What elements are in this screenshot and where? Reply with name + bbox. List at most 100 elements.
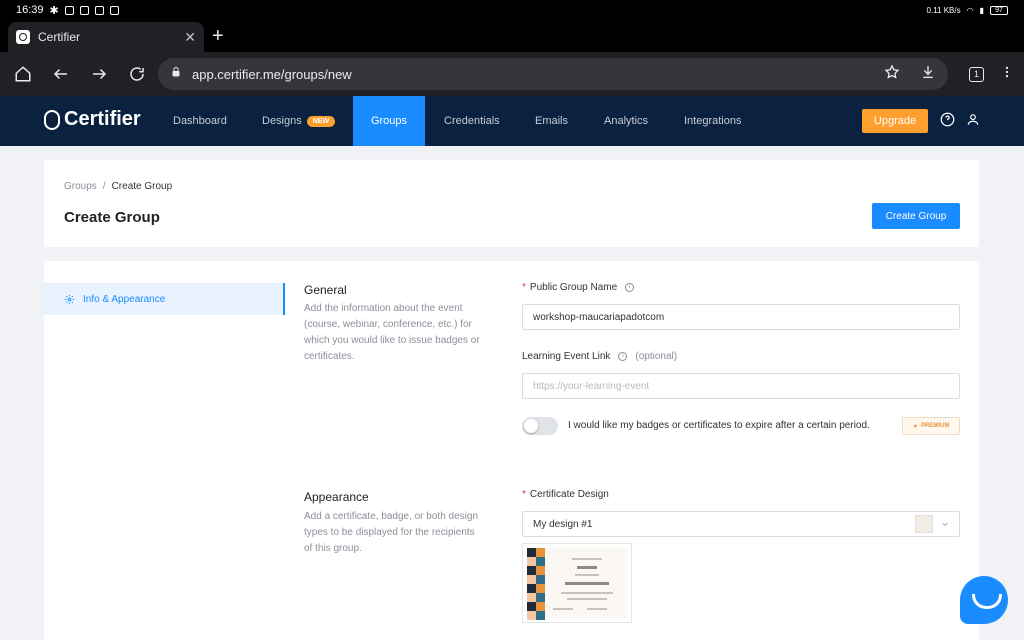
- appearance-section-description: Add a certificate, badge, or both design…: [304, 511, 479, 554]
- new-tab-icon[interactable]: +: [212, 26, 224, 46]
- close-tab-icon[interactable]: ✕: [184, 29, 196, 46]
- new-badge: NEW: [306, 115, 336, 127]
- signal-icon: ▮: [979, 5, 984, 15]
- certifier-logo[interactable]: Certifier: [44, 108, 141, 131]
- certificate-line: [553, 608, 573, 610]
- certificate-line: [575, 574, 599, 576]
- design-thumbnail: [915, 515, 933, 533]
- general-section-title: General: [304, 283, 347, 297]
- optional-hint: (optional): [635, 351, 678, 362]
- nav-item-credentials[interactable]: Credentials: [444, 96, 500, 146]
- certifier-logo-icon: [44, 109, 60, 130]
- tab-title: Certifier: [38, 30, 81, 44]
- required-marker: *: [522, 282, 526, 293]
- browser-tab-strip: Certifier ✕ +: [0, 20, 1024, 52]
- label-text: Certificate Design: [529, 489, 609, 500]
- star-icon: ★: [912, 423, 919, 430]
- nav-item-label: Emails: [535, 115, 569, 127]
- group-name-label: * Public Group Name i: [522, 282, 635, 293]
- help-icon[interactable]: [940, 112, 956, 128]
- nav-item-dashboard[interactable]: Dashboard: [173, 96, 227, 146]
- info-icon[interactable]: i: [618, 352, 628, 361]
- browser-toolbar: app.certifier.me/groups/new 1: [0, 52, 1024, 96]
- premium-badge: ★ PREMIUM: [902, 417, 960, 435]
- label-text: Public Group Name: [529, 282, 618, 293]
- system-status-bar: 16:39 ✱ 0.11 KB/s ◠ ▮ 97: [0, 0, 1024, 20]
- back-icon[interactable]: [42, 55, 80, 93]
- breadcrumb: Groups / Create Group: [64, 181, 172, 192]
- breadcrumb-groups-link[interactable]: Groups: [64, 181, 97, 192]
- nav-item-label: Dashboard: [173, 115, 227, 127]
- upgrade-button[interactable]: Upgrade: [862, 109, 928, 133]
- general-section-description: Add the information about the event (cou…: [304, 303, 480, 362]
- help-chat-button[interactable]: [960, 576, 1008, 624]
- nav-item-label: Groups: [370, 115, 408, 127]
- certificate-preview[interactable]: [522, 543, 632, 623]
- group-name-input[interactable]: workshop-maucariapadotcom: [522, 304, 960, 330]
- certificate-line: [577, 566, 597, 569]
- nav-item-emails[interactable]: Emails: [535, 96, 568, 146]
- nav-item-label: Analytics: [604, 115, 649, 127]
- sidebar-item-label: Info & Appearance: [83, 293, 166, 305]
- notification-icon: [64, 5, 74, 15]
- nav-item-integrations[interactable]: Integrations: [684, 96, 741, 146]
- premium-text: PREMIUM: [921, 423, 950, 429]
- certificate-image: [527, 548, 627, 620]
- url-text: app.certifier.me/groups/new: [192, 66, 352, 82]
- notification-icon: [109, 5, 119, 15]
- group-form-card: Info & Appearance General Add the inform…: [44, 261, 979, 640]
- page-header-card: Groups / Create Group Create Group Creat…: [44, 160, 979, 247]
- lock-icon: [170, 65, 182, 83]
- nav-item-designs[interactable]: Designs NEW: [262, 96, 336, 146]
- certificate-line: [587, 608, 607, 610]
- chevron-down-icon: [942, 522, 948, 527]
- select-value: My design #1: [533, 518, 593, 530]
- certificate-line: [567, 598, 607, 600]
- certificate-line: [572, 558, 602, 560]
- nav-item-groups[interactable]: Groups: [353, 96, 425, 146]
- label-text: Learning Event Link: [522, 351, 611, 362]
- expire-toggle-label: I would like my badges or certificates t…: [568, 420, 870, 431]
- breadcrumb-current: Create Group: [111, 181, 173, 192]
- event-link-input[interactable]: https://your-learning-event: [522, 373, 960, 399]
- certifier-favicon-icon: [16, 30, 30, 44]
- sidebar-item-info-appearance[interactable]: Info & Appearance: [44, 283, 285, 315]
- battery-icon: 97: [990, 5, 1008, 15]
- certificate-design-label: * Certificate Design: [522, 489, 609, 500]
- url-bar[interactable]: app.certifier.me/groups/new: [158, 58, 948, 90]
- nav-item-label: Designs: [262, 115, 302, 127]
- clock: 16:39: [16, 4, 44, 16]
- event-link-label: Learning Event Link i (optional): [522, 351, 677, 362]
- tab-switcher-icon[interactable]: 1: [969, 66, 984, 82]
- page-title: Create Group: [64, 209, 160, 226]
- network-speed: 0.11 KB/s: [926, 5, 961, 15]
- gear-icon: [64, 294, 75, 304]
- certificate-design-select[interactable]: My design #1: [522, 511, 960, 537]
- browser-tab[interactable]: Certifier ✕: [8, 22, 204, 52]
- forward-icon[interactable]: [80, 55, 118, 93]
- nav-item-analytics[interactable]: Analytics: [604, 96, 648, 146]
- home-icon[interactable]: [4, 55, 42, 93]
- certificate-line: [561, 592, 613, 594]
- user-icon[interactable]: [966, 112, 982, 128]
- nav-item-label: Credentials: [444, 115, 500, 127]
- info-icon[interactable]: i: [625, 283, 635, 292]
- nav-item-label: Integrations: [684, 115, 742, 127]
- create-group-button[interactable]: Create Group: [872, 203, 960, 229]
- breadcrumb-separator: /: [102, 181, 106, 192]
- required-marker: *: [522, 489, 526, 500]
- bookmark-star-icon[interactable]: [884, 63, 900, 85]
- reload-icon[interactable]: [118, 55, 156, 93]
- download-icon[interactable]: [920, 64, 936, 85]
- logo-text: Certifier: [64, 108, 141, 130]
- bluetooth-icon: ✱: [49, 4, 59, 17]
- expire-toggle[interactable]: [522, 417, 558, 435]
- wifi-icon: ◠: [966, 5, 974, 15]
- notification-icon: [79, 5, 89, 15]
- certificate-line: [565, 582, 609, 585]
- appearance-section-title: Appearance: [304, 490, 369, 504]
- more-menu-icon[interactable]: [1000, 64, 1014, 85]
- app-navbar: Certifier Dashboard Designs NEW Groups C…: [0, 96, 1024, 146]
- notification-icon: [94, 5, 104, 15]
- certificate-pattern: [527, 548, 545, 620]
